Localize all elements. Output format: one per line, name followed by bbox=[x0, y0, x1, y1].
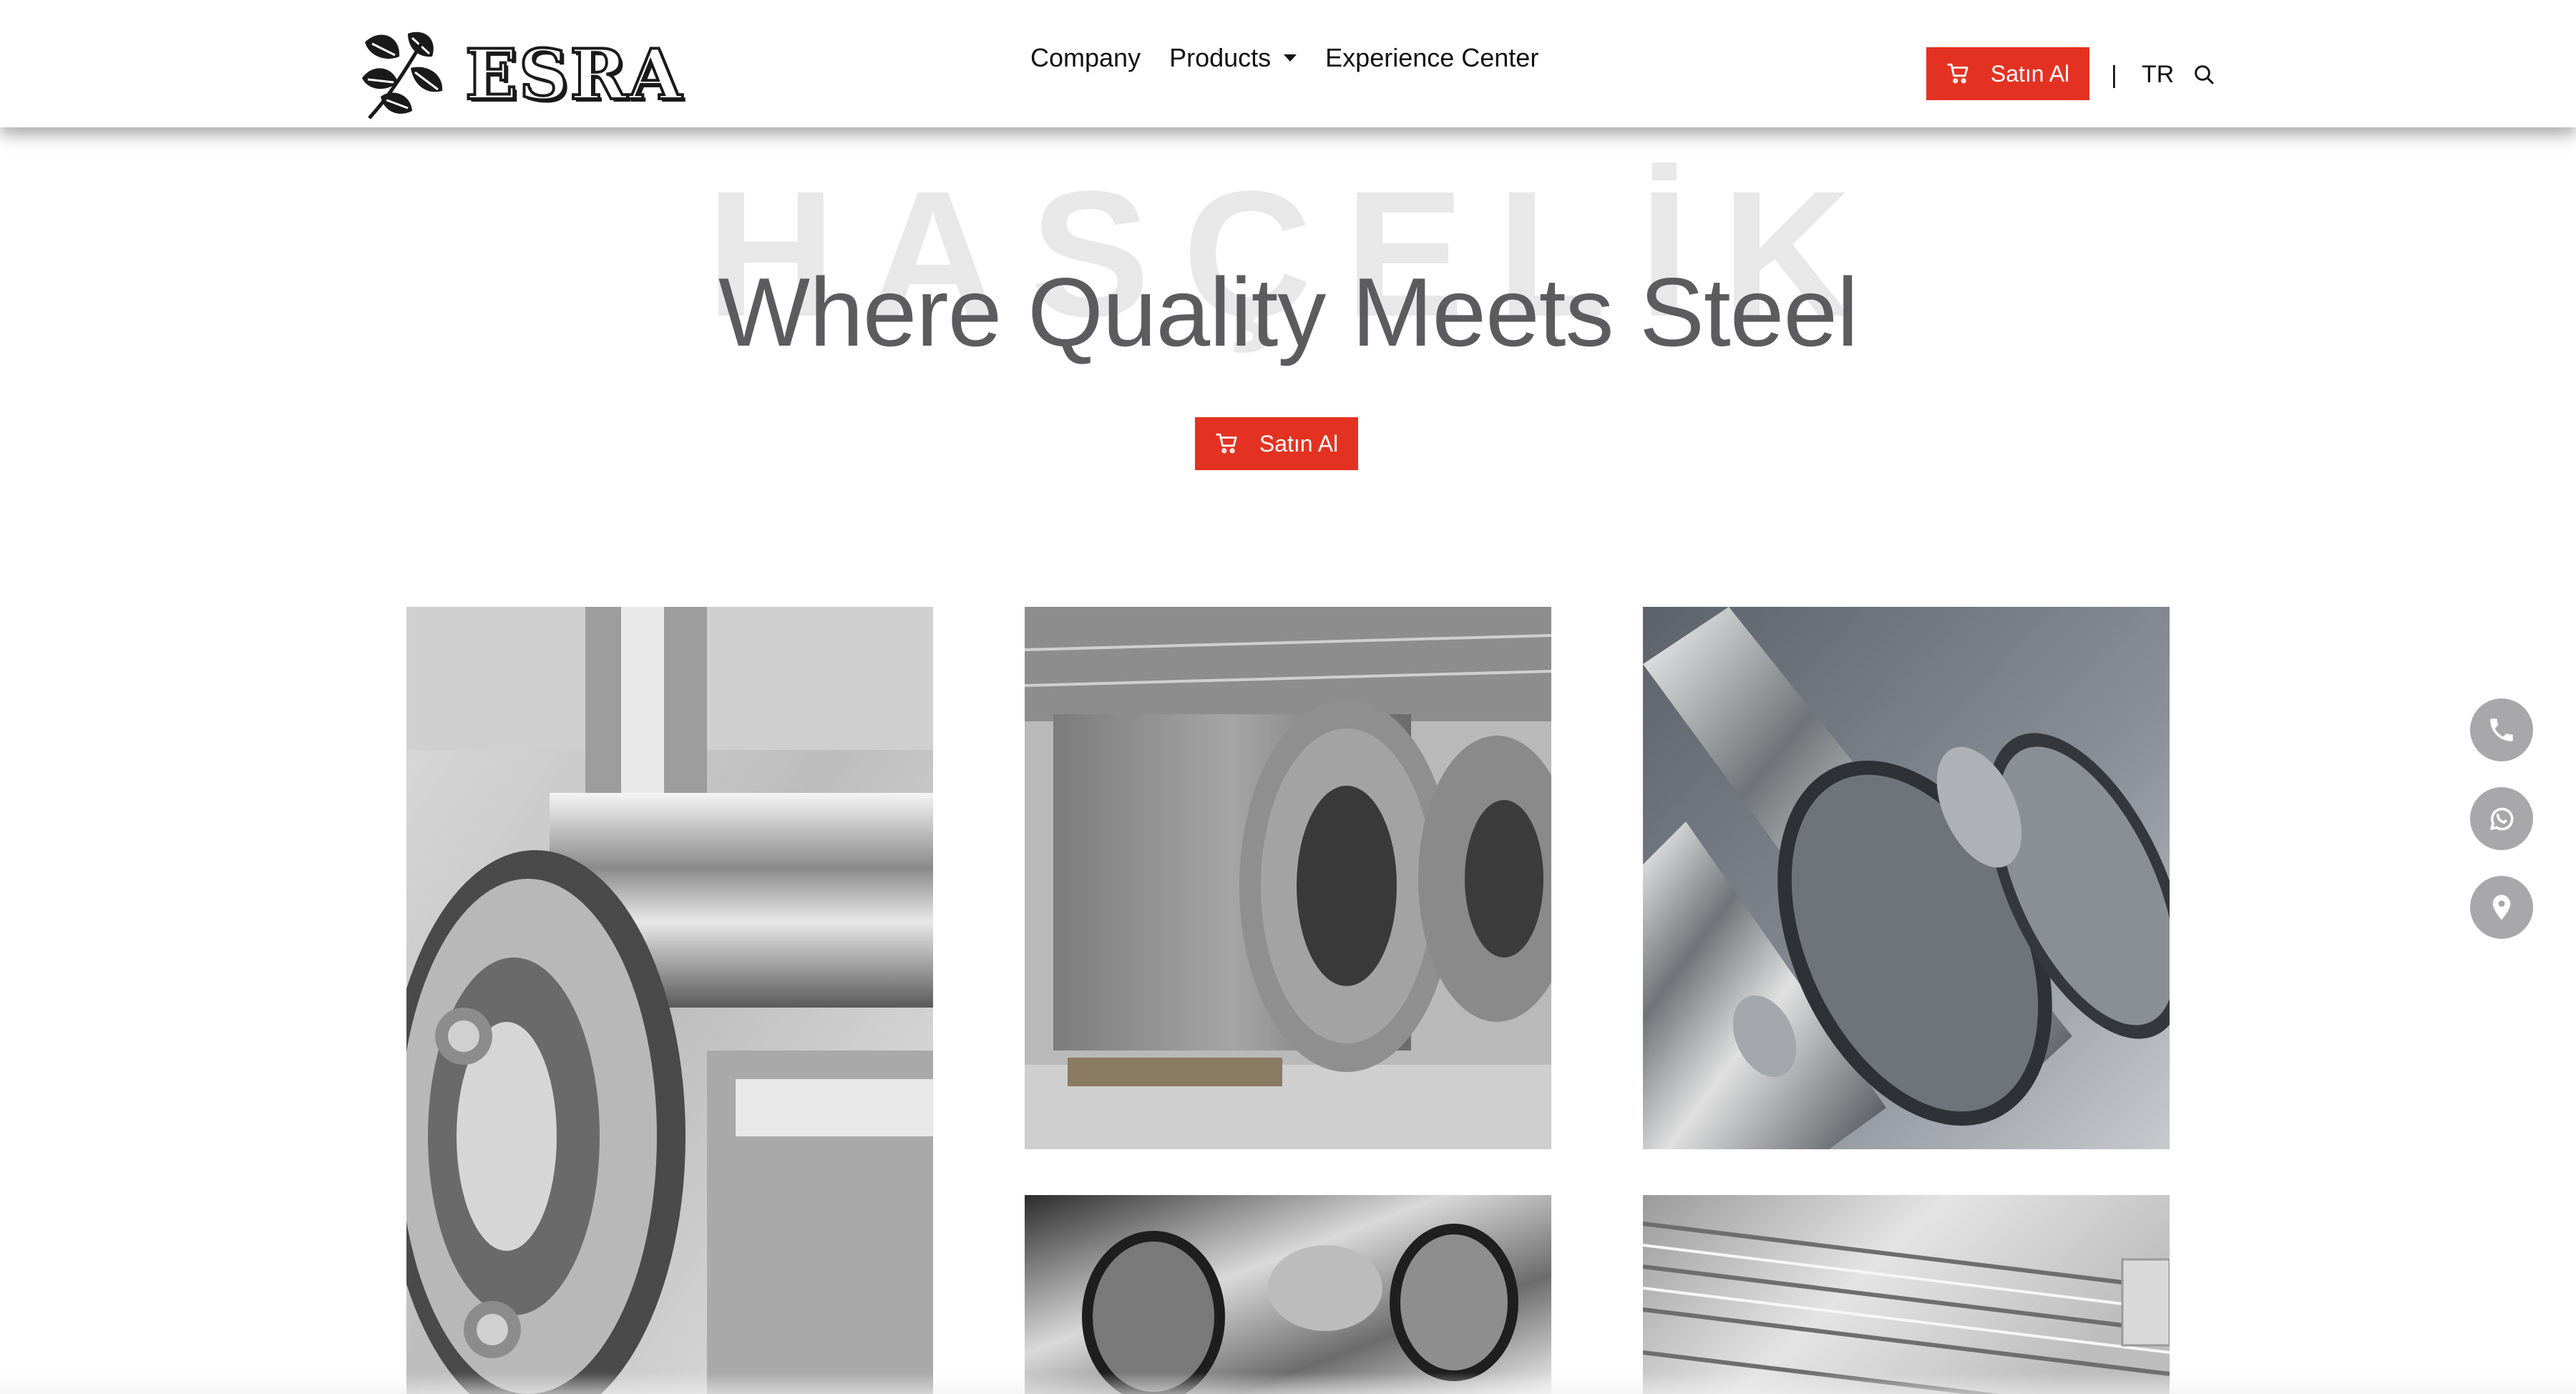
leaf-branch-icon bbox=[362, 31, 443, 120]
chevron-down-icon bbox=[1284, 54, 1297, 62]
nav-products-label: Products bbox=[1169, 43, 1272, 72]
header-buy-label: Satın Al bbox=[1990, 60, 2070, 87]
phone-button[interactable] bbox=[2470, 698, 2533, 761]
whatsapp-button[interactable] bbox=[2470, 787, 2533, 850]
square-bars-image bbox=[1643, 1195, 2170, 1394]
header-buy-button[interactable]: Satın Al bbox=[1926, 47, 2089, 100]
gallery-image-coils[interactable] bbox=[1025, 607, 1551, 1149]
whatsapp-icon bbox=[2490, 807, 2514, 831]
steel-coils-image bbox=[1025, 607, 1551, 1149]
gallery-image-flange[interactable] bbox=[406, 607, 933, 1394]
nav-company[interactable]: Company bbox=[1030, 43, 1141, 73]
header-divider: | bbox=[2111, 62, 2117, 89]
site-header: ESRA Company Products Experience Center … bbox=[0, 0, 2576, 127]
cart-icon bbox=[1216, 433, 1237, 454]
brand-name: ESRA bbox=[464, 33, 683, 117]
hero-buy-button[interactable]: Satın Al bbox=[1195, 417, 1358, 470]
nav-products[interactable]: Products bbox=[1169, 43, 1297, 73]
cart-icon bbox=[1947, 63, 1968, 84]
gallery-image-bars[interactable] bbox=[1643, 1195, 2170, 1394]
search-icon[interactable] bbox=[2192, 63, 2215, 86]
gallery-image-tubes[interactable] bbox=[1643, 607, 2170, 1149]
flange-pipe-image bbox=[406, 607, 933, 1394]
gallery-image-pipes[interactable] bbox=[1025, 1195, 1551, 1394]
brand-logo[interactable]: ESRA bbox=[358, 26, 683, 123]
hero-buy-label: Satın Al bbox=[1259, 430, 1339, 457]
location-button[interactable] bbox=[2470, 876, 2533, 939]
phone-icon bbox=[2490, 718, 2513, 741]
main-nav: Company Products Experience Center bbox=[1030, 43, 1538, 73]
nav-experience-center-label: Experience Center bbox=[1325, 43, 1539, 72]
location-pin-icon bbox=[2492, 895, 2511, 920]
nav-experience-center[interactable]: Experience Center bbox=[1325, 43, 1538, 73]
language-switch[interactable]: TR bbox=[2142, 61, 2174, 89]
hero-title: Where Quality Meets Steel bbox=[718, 258, 1859, 366]
nav-company-label: Company bbox=[1030, 43, 1141, 72]
polished-tubes-image bbox=[1643, 607, 2170, 1149]
stainless-pipes-image bbox=[1025, 1195, 1551, 1394]
bottom-fade bbox=[0, 1373, 2576, 1394]
